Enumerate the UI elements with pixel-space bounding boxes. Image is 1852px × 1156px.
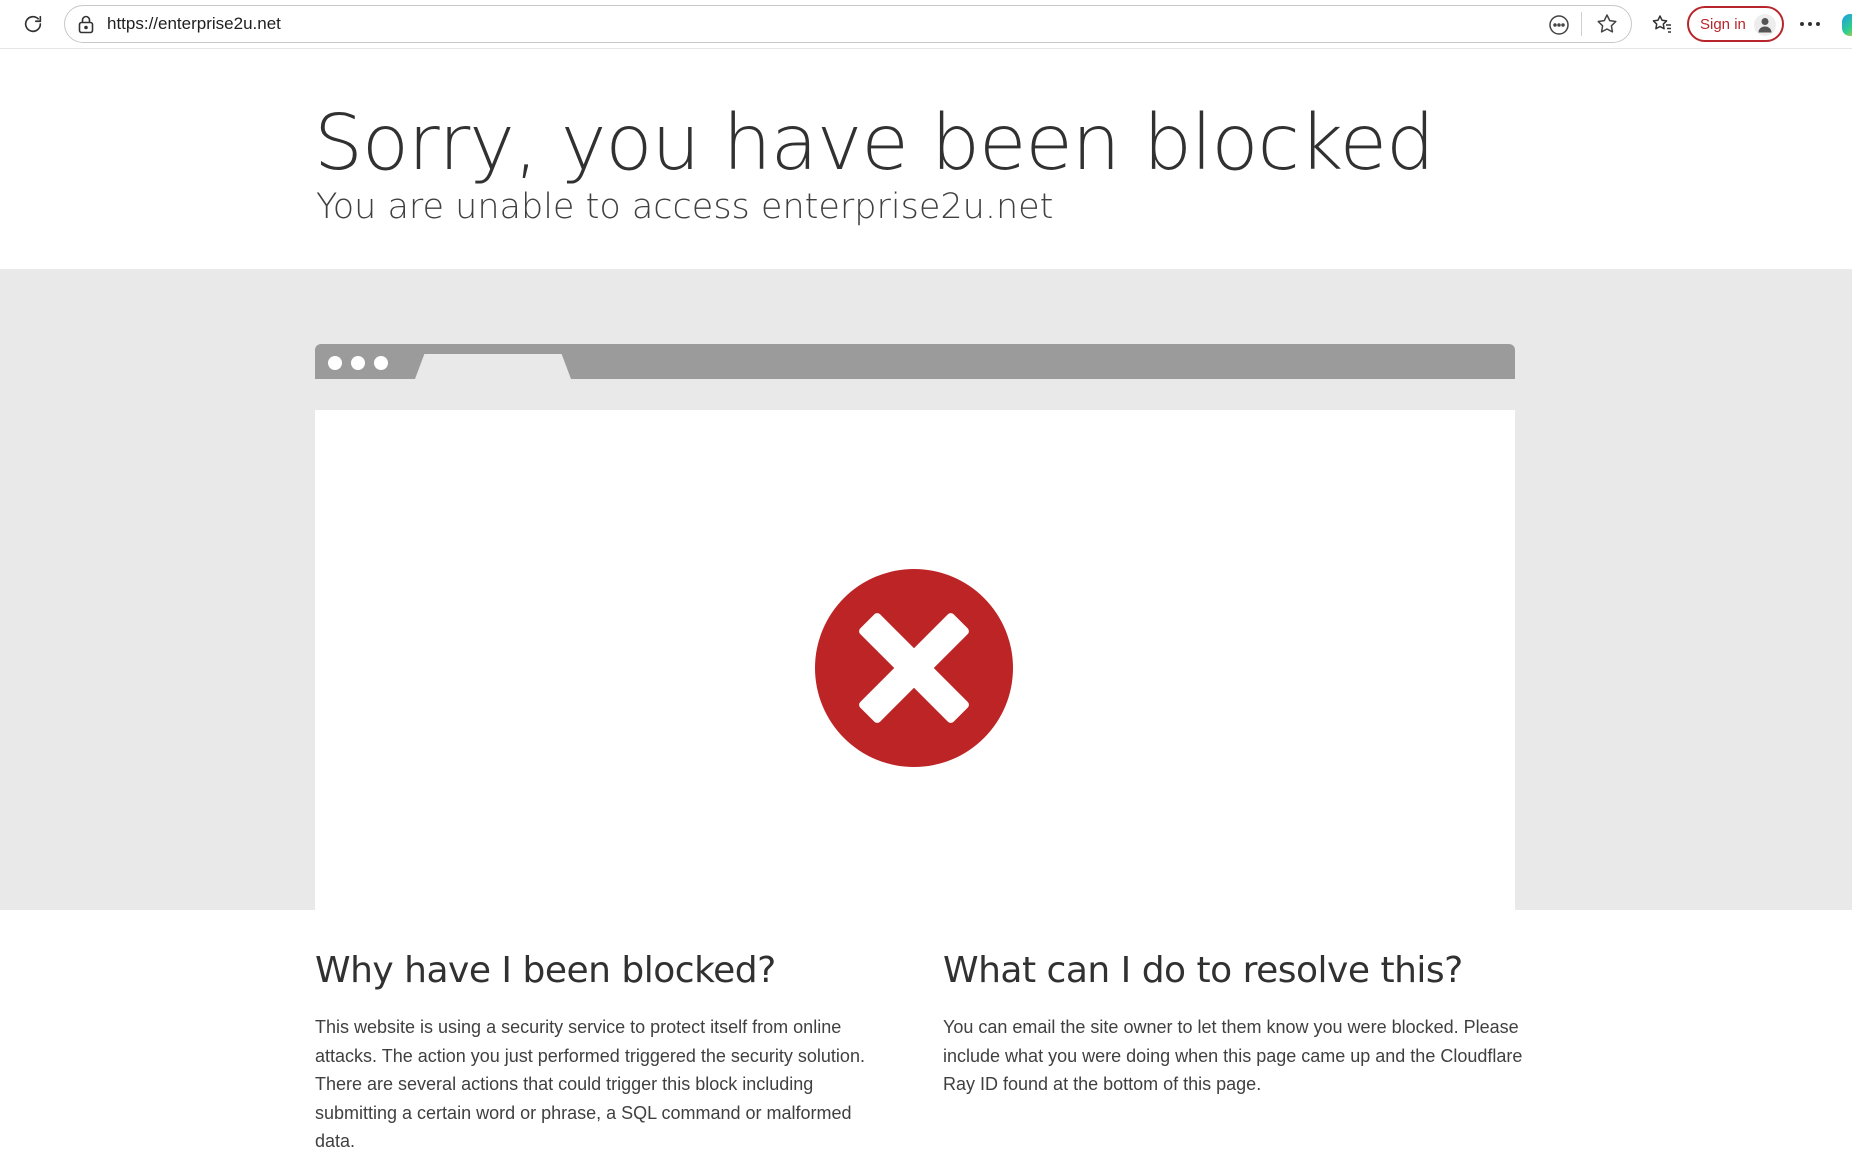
window-dot (328, 356, 342, 370)
window-dot (374, 356, 388, 370)
copilot-icon[interactable] (1842, 14, 1852, 36)
refresh-icon[interactable] (13, 4, 53, 44)
window-dot (351, 356, 365, 370)
why-blocked-title: Why have I been blocked? (315, 950, 776, 991)
sign-in-button[interactable]: Sign in (1687, 6, 1784, 42)
address-bar[interactable]: https://enterprise2u.net (64, 5, 1632, 43)
profile-icon (1754, 14, 1776, 36)
browser-illustration (315, 344, 1515, 910)
more-icon[interactable] (1790, 4, 1830, 44)
star-icon[interactable] (1595, 12, 1619, 41)
page-header: Sorry, you have been blocked You are una… (0, 49, 1852, 269)
resolve-text: You can email the site owner to let them… (943, 1017, 1523, 1094)
resolve-title: What can I do to resolve this? (943, 950, 1463, 991)
page-subtitle: You are unable to access enterprise2u.ne… (316, 187, 1054, 227)
illustration-content (315, 410, 1515, 910)
url-text[interactable]: https://enterprise2u.net (107, 6, 281, 42)
browser-toolbar: https://enterprise2u.net Sign in (0, 0, 1852, 49)
lock-icon[interactable] (77, 14, 95, 39)
illustration-tab-bar (315, 344, 1515, 379)
why-blocked-section: Why have I been blocked? This website is… (315, 950, 875, 1156)
why-blocked-text: This website is using a security service… (315, 1017, 865, 1151)
reader-mode-icon[interactable] (1547, 13, 1571, 42)
favorites-list-icon[interactable] (1642, 4, 1682, 44)
error-x-icon (815, 569, 1013, 767)
sign-in-label: Sign in (1700, 15, 1746, 33)
page-title: Sorry, you have been blocked (314, 99, 1435, 188)
address-divider (1581, 12, 1582, 36)
resolve-section: What can I do to resolve this? You can e… (943, 950, 1523, 1099)
illustration-tab (415, 354, 571, 379)
